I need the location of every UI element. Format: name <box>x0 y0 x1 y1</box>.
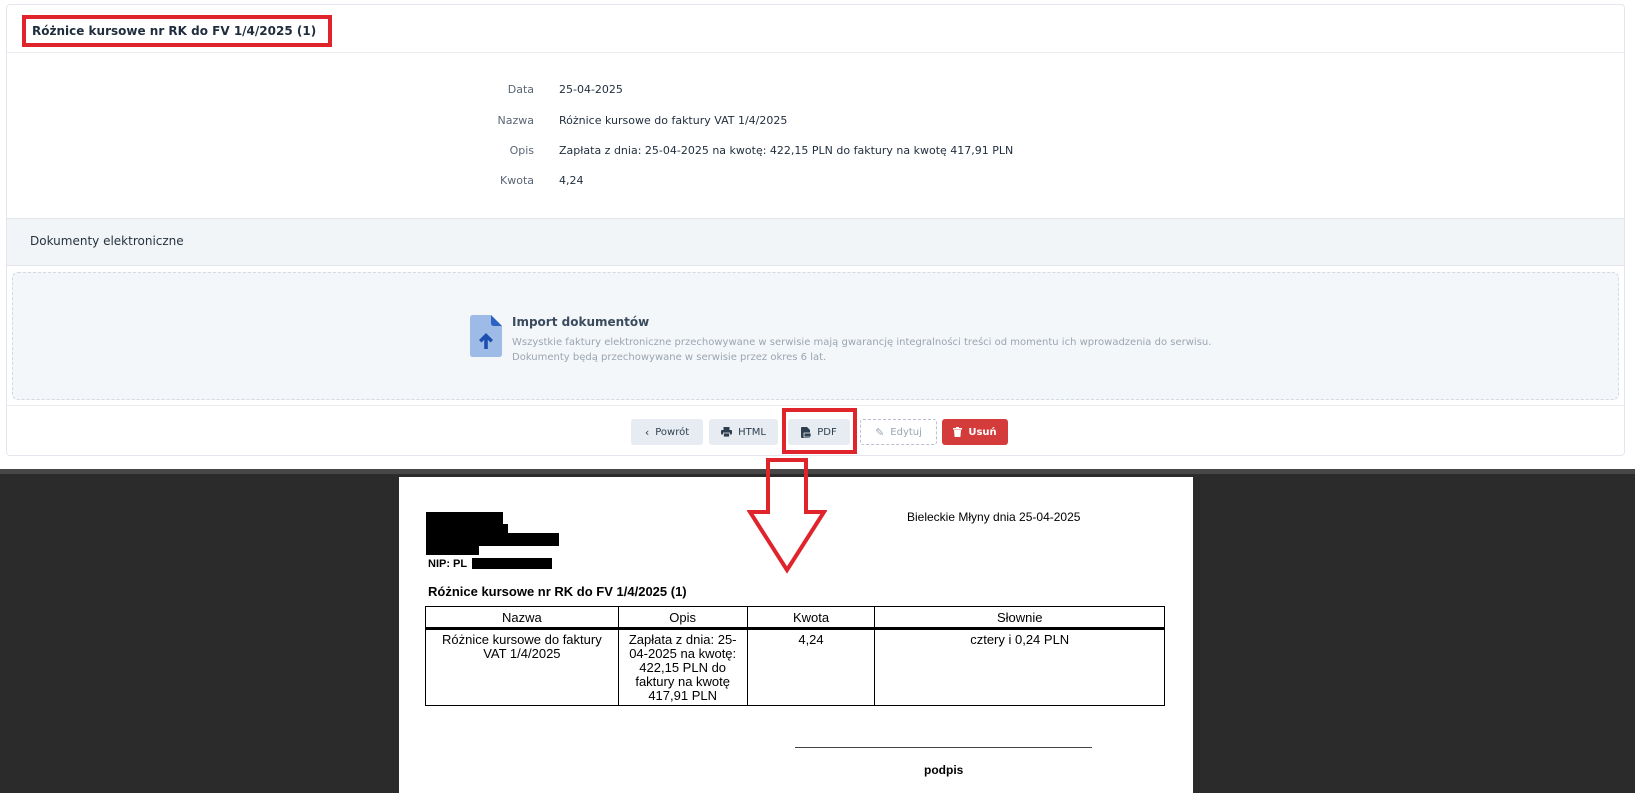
file-pdf-icon <box>801 426 812 438</box>
edocs-section-header: Dokumenty elektroniczne <box>7 218 1624 266</box>
table-cell: Zapłata z dnia: 25-04-2025 na kwotę: 422… <box>617 628 748 706</box>
column-header: Słownie <box>874 606 1165 630</box>
detail-label: Kwota <box>500 174 534 187</box>
record-card: Różnice kursowe nr RK do FV 1/4/2025 (1)… <box>6 4 1625 456</box>
import-title: Import dokumentów <box>512 315 650 329</box>
detail-value: 4,24 <box>559 174 584 187</box>
trash-icon <box>953 427 963 437</box>
edit-button[interactable]: ✎ Edytuj <box>860 419 937 445</box>
table-cell: Różnice kursowe do faktury VAT 1/4/2025 <box>425 628 619 706</box>
signature-line <box>795 747 1092 748</box>
import-description: Wszystkie faktury elektroniczne przechow… <box>512 335 1211 365</box>
pdf-viewer: NIP: PL Bieleckie Młyny dnia 25-04-2025 … <box>0 469 1635 793</box>
column-header: Nazwa <box>425 606 619 630</box>
place-date: Bieleckie Młyny dnia 25-04-2025 <box>907 510 1081 524</box>
back-label: Powrót <box>655 426 690 438</box>
table-cell: cztery i 0,24 PLN <box>874 628 1165 706</box>
pdf-page: NIP: PL Bieleckie Młyny dnia 25-04-2025 … <box>399 477 1193 793</box>
back-button[interactable]: ‹ Powrót <box>631 419 703 445</box>
edit-label: Edytuj <box>890 426 922 438</box>
table-row: Różnice kursowe do faktury VAT 1/4/2025 … <box>425 628 1165 706</box>
chevron-left-icon: ‹ <box>644 425 650 439</box>
redaction-block <box>426 545 479 555</box>
action-bar: ‹ Powrót HTML PDF ✎ Edytuj Usuń <box>7 405 1624 457</box>
detail-row-data: Data 25-04-2025 <box>7 83 1624 103</box>
file-upload-icon <box>470 315 502 357</box>
import-dropzone[interactable]: Import dokumentów Wszystkie faktury elek… <box>12 272 1619 400</box>
detail-label: Opis <box>509 144 534 157</box>
import-desc-line: Dokumenty będą przechowywane w serwisie … <box>512 352 827 363</box>
delete-label: Usuń <box>968 426 997 438</box>
pdf-label: PDF <box>817 426 837 438</box>
card-header: Różnice kursowe nr RK do FV 1/4/2025 (1) <box>7 5 1624 53</box>
column-header: Opis <box>617 606 748 630</box>
import-desc-line: Wszystkie faktury elektroniczne przechow… <box>512 337 1212 348</box>
table-cell: 4,24 <box>746 628 876 706</box>
detail-value: 25-04-2025 <box>559 83 623 96</box>
detail-value: Zapłata z dnia: 25-04-2025 na kwotę: 422… <box>559 144 1014 157</box>
redaction-block <box>472 558 552 569</box>
detail-value: Różnice kursowe do faktury VAT 1/4/2025 <box>559 114 788 127</box>
pdf-button[interactable]: PDF <box>788 419 850 445</box>
delete-button[interactable]: Usuń <box>942 419 1008 445</box>
html-label: HTML <box>738 426 766 438</box>
pdf-table: Nazwa Opis Kwota Słownie Różnice kursowe… <box>425 606 1165 706</box>
nip-label: NIP: PL <box>428 558 468 570</box>
pdf-document-title: Różnice kursowe nr RK do FV 1/4/2025 (1) <box>428 584 687 599</box>
signature-label: podpis <box>924 763 964 777</box>
detail-row-kwota: Kwota 4,24 <box>7 174 1624 194</box>
printer-icon <box>721 427 733 437</box>
detail-row-nazwa: Nazwa Różnice kursowe do faktury VAT 1/4… <box>7 114 1624 134</box>
column-header: Kwota <box>746 606 876 630</box>
viewer-divider <box>0 469 1635 474</box>
detail-label: Nazwa <box>497 114 534 127</box>
detail-label: Data <box>507 83 534 96</box>
table-header-row: Nazwa Opis Kwota Słownie <box>425 606 1165 630</box>
detail-row-opis: Opis Zapłata z dnia: 25-04-2025 na kwotę… <box>7 144 1624 164</box>
page-title: Różnice kursowe nr RK do FV 1/4/2025 (1) <box>32 24 317 38</box>
title-highlight: Różnice kursowe nr RK do FV 1/4/2025 (1) <box>22 15 333 47</box>
edit-icon: ✎ <box>875 425 885 439</box>
html-button[interactable]: HTML <box>709 419 778 445</box>
section-title: Dokumenty elektroniczne <box>30 234 184 248</box>
